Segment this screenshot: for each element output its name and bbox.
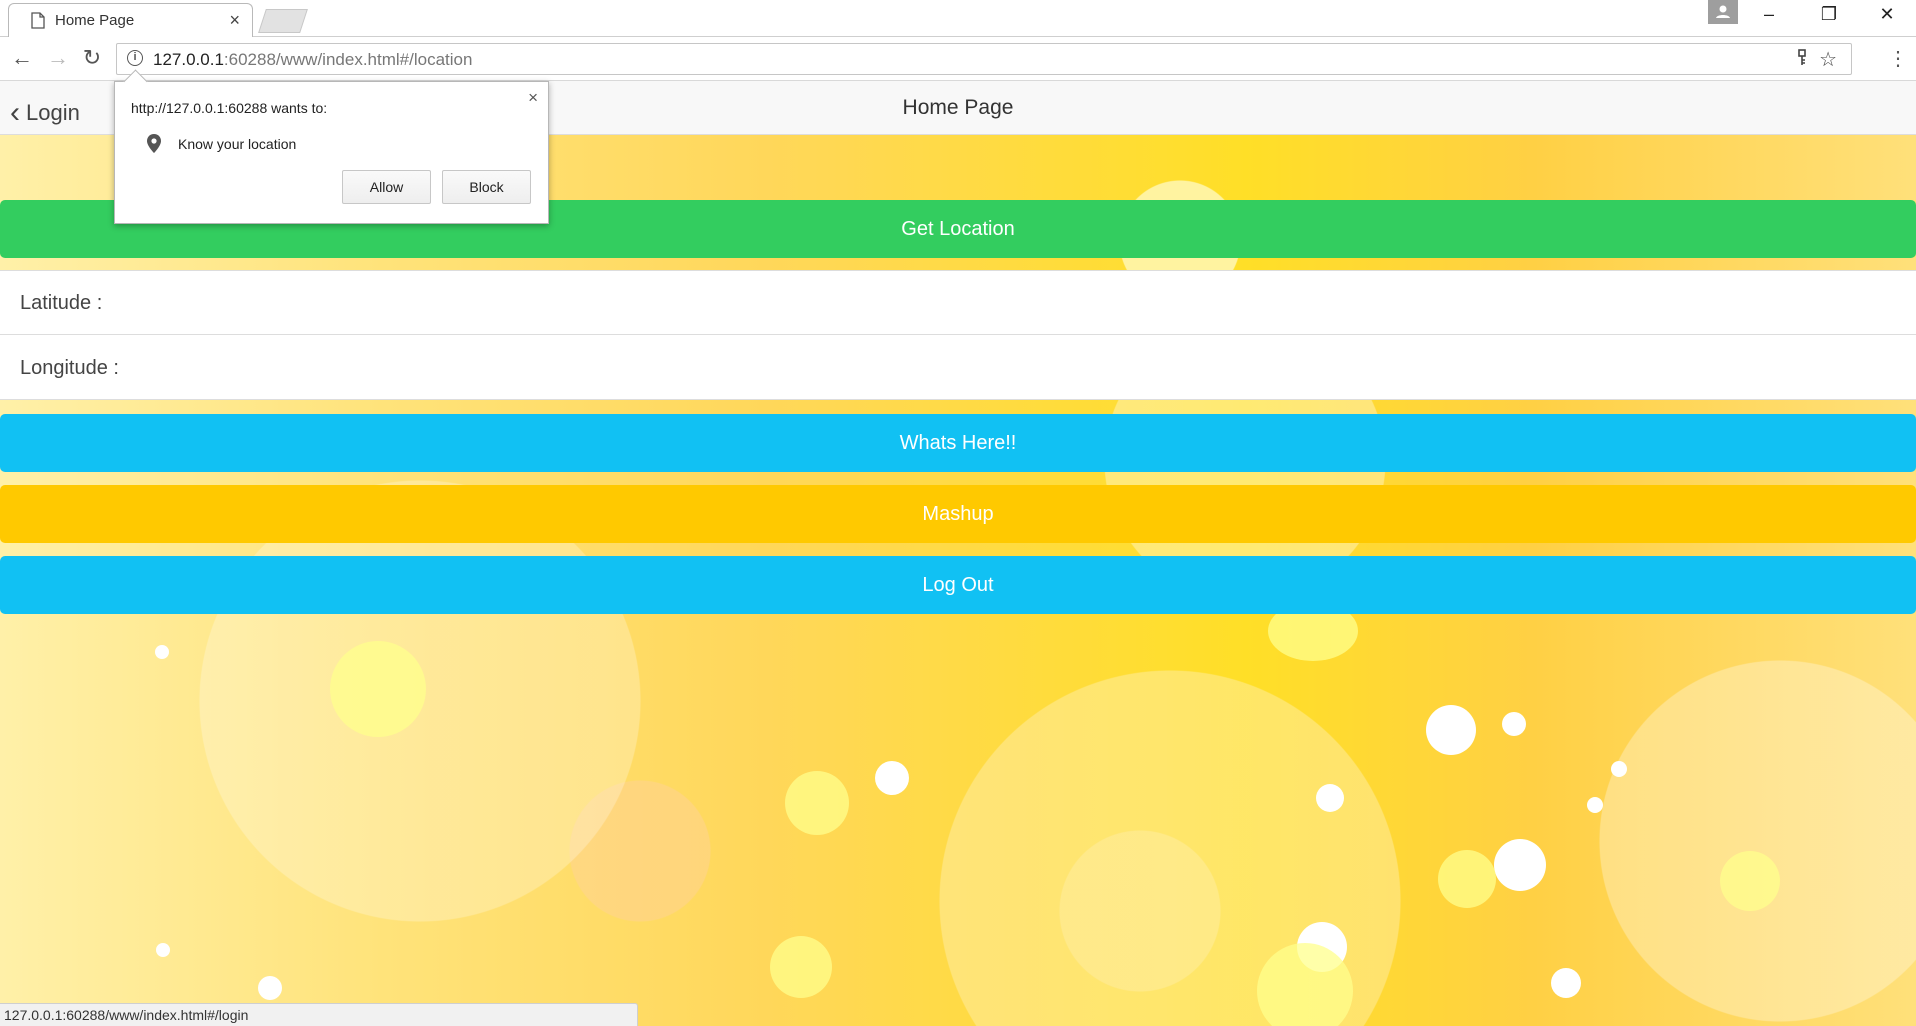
profile-icon[interactable] [1708, 0, 1738, 24]
longitude-item: Longitude : [20, 357, 119, 379]
background-bubble [1720, 851, 1780, 911]
background-bubble [1316, 784, 1344, 812]
background-bubble [785, 771, 849, 835]
reload-icon[interactable]: ↻ [80, 47, 104, 71]
whats-here-button[interactable]: Whats Here!! [0, 414, 1916, 472]
background-bubble [258, 976, 282, 1000]
background-bubble [1438, 850, 1496, 908]
window-close-button[interactable]: ✕ [1864, 4, 1910, 32]
location-pin-icon [147, 134, 161, 158]
permission-request-text: Know your location [178, 136, 297, 152]
browser-tabstrip: Home Page × – ❐ ✕ [0, 0, 1916, 37]
page-icon [31, 12, 45, 34]
address-url: 127.0.0.1:60288/www/index.html#/location [153, 50, 473, 69]
minimize-button[interactable]: – [1746, 4, 1792, 32]
back-arrow-icon[interactable]: ← [10, 47, 34, 71]
latitude-item: Latitude : [0, 271, 1916, 335]
tab-close-icon[interactable]: × [229, 10, 240, 31]
new-tab-button[interactable] [258, 9, 308, 33]
mashup-button[interactable]: Mashup [0, 485, 1916, 543]
background-bubble [1494, 839, 1546, 891]
menu-icon[interactable]: ⋮ [1888, 46, 1908, 71]
browser-toolbar: ← → ↻ i 127.0.0.1:60288/www/index.html#/… [0, 37, 1916, 81]
link-status-bar: 127.0.0.1:60288/www/index.html#/login [0, 1003, 638, 1026]
background-bubble [770, 936, 832, 998]
background-bubble [875, 761, 909, 795]
logout-button[interactable]: Log Out [0, 556, 1916, 614]
background-bubble [1611, 761, 1627, 777]
background-bubble [1587, 797, 1603, 813]
key-icon[interactable] [1797, 49, 1807, 72]
background-bubble [1551, 968, 1581, 998]
background-bubble [156, 943, 170, 957]
allow-button[interactable]: Allow [342, 170, 431, 204]
restore-button[interactable]: ❐ [1806, 4, 1852, 32]
block-button[interactable]: Block [442, 170, 531, 204]
background-bubble [1502, 712, 1526, 736]
address-bar[interactable]: i 127.0.0.1:60288/www/index.html#/locati… [116, 43, 1852, 75]
location-permission-popup: http://127.0.0.1:60288 wants to: × Know … [114, 69, 549, 224]
permission-origin-text: http://127.0.0.1:60288 wants to: [131, 100, 328, 116]
tab-title: Home Page [55, 12, 135, 29]
bookmark-star-icon[interactable]: ☆ [1819, 47, 1837, 72]
popup-close-icon[interactable]: × [528, 88, 538, 108]
info-icon[interactable]: i [127, 50, 143, 66]
forward-arrow-icon[interactable]: → [46, 47, 70, 71]
coordinates-list: Latitude : Longitude : [0, 270, 1916, 400]
background-bubble [330, 641, 426, 737]
background-bubble [1426, 705, 1476, 755]
background-bubble [155, 645, 169, 659]
browser-tab[interactable]: Home Page × [8, 3, 253, 37]
